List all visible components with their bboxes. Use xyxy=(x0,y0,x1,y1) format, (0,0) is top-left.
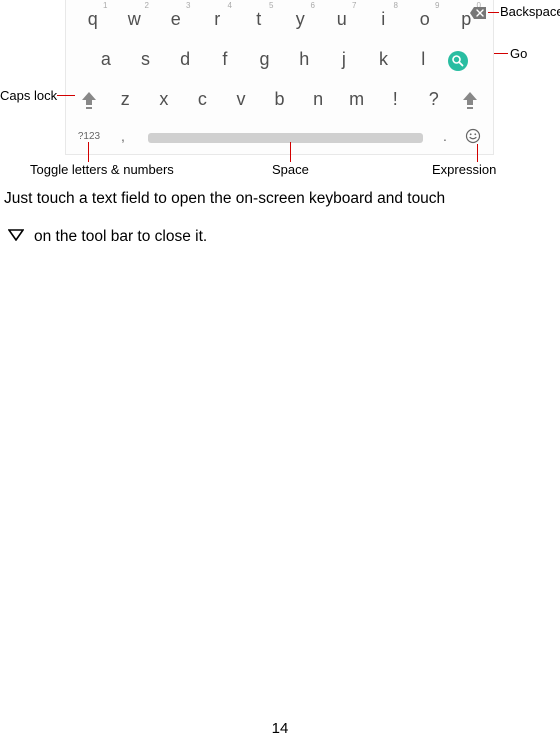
emoji-key[interactable] xyxy=(459,128,487,144)
instruction-line-1: Just touch a text field to open the on-s… xyxy=(4,188,556,210)
callout-line xyxy=(477,144,478,162)
callout-line xyxy=(290,142,291,162)
key-question[interactable]: ? xyxy=(415,82,454,117)
key-x[interactable]: x xyxy=(145,82,184,117)
instruction-line-2: on the tool bar to close it. xyxy=(34,226,207,248)
key-exclaim[interactable]: ! xyxy=(376,82,415,117)
keyboard-row-1: 1q 2w 3e 4r 5t 6y 7u 8i 9o 0p xyxy=(66,2,493,37)
key-w[interactable]: 2w xyxy=(114,2,156,37)
backspace-key[interactable] xyxy=(469,6,487,25)
key-e[interactable]: 3e xyxy=(155,2,197,37)
key-u[interactable]: 7u xyxy=(321,2,363,37)
key-i[interactable]: 8i xyxy=(363,2,405,37)
key-m[interactable]: m xyxy=(337,82,376,117)
callout-go: Go xyxy=(510,46,527,61)
key-s[interactable]: s xyxy=(126,42,166,77)
callout-space: Space xyxy=(272,162,309,177)
key-z[interactable]: z xyxy=(106,82,145,117)
shift-icon xyxy=(461,90,479,112)
toggle-letters-numbers-key[interactable]: ?123 xyxy=(72,131,106,142)
caps-lock-key[interactable] xyxy=(72,82,106,117)
key-h[interactable]: h xyxy=(284,42,324,77)
key-k[interactable]: k xyxy=(364,42,404,77)
key-d[interactable]: d xyxy=(165,42,205,77)
comma-key[interactable]: , xyxy=(106,128,140,144)
key-g[interactable]: g xyxy=(245,42,285,77)
key-l[interactable]: l xyxy=(403,42,443,77)
key-j[interactable]: j xyxy=(324,42,364,77)
keyboard-row-4: ?123 , . xyxy=(66,122,493,150)
space-key[interactable] xyxy=(148,133,423,143)
key-q[interactable]: 1q xyxy=(72,2,114,37)
key-y[interactable]: 6y xyxy=(280,2,322,37)
key-c[interactable]: c xyxy=(183,82,222,117)
callout-capslock: Caps lock xyxy=(0,88,57,103)
callout-expression: Expression xyxy=(432,162,496,177)
page-number: 14 xyxy=(0,720,560,737)
backspace-icon xyxy=(469,6,487,20)
go-key[interactable] xyxy=(443,42,473,77)
keyboard-row-2: a s d f g h j k l xyxy=(66,42,493,77)
key-n[interactable]: n xyxy=(299,82,338,117)
search-go-icon xyxy=(447,50,469,72)
callout-line xyxy=(88,142,89,162)
callout-line xyxy=(494,53,508,54)
keyboard-row-3: z x c v b n m ! ? xyxy=(66,82,493,117)
shift-key-right[interactable] xyxy=(453,82,487,117)
key-o[interactable]: 9o xyxy=(404,2,446,37)
onscreen-keyboard: 1q 2w 3e 4r 5t 6y 7u 8i 9o 0p a s d f g … xyxy=(65,0,494,155)
shift-icon xyxy=(80,90,98,112)
smiley-icon xyxy=(465,128,481,144)
key-b[interactable]: b xyxy=(260,82,299,117)
callout-toggle: Toggle letters & numbers xyxy=(30,162,174,177)
key-a[interactable]: a xyxy=(86,42,126,77)
callout-line xyxy=(488,12,499,13)
callout-line xyxy=(57,95,75,96)
period-key[interactable]: . xyxy=(431,128,459,144)
down-triangle-icon xyxy=(8,226,24,248)
instruction-paragraph: Just touch a text field to open the on-s… xyxy=(0,188,560,247)
callout-backspace: Backspace xyxy=(500,4,560,19)
key-r[interactable]: 4r xyxy=(197,2,239,37)
key-f[interactable]: f xyxy=(205,42,245,77)
key-t[interactable]: 5t xyxy=(238,2,280,37)
key-v[interactable]: v xyxy=(222,82,261,117)
